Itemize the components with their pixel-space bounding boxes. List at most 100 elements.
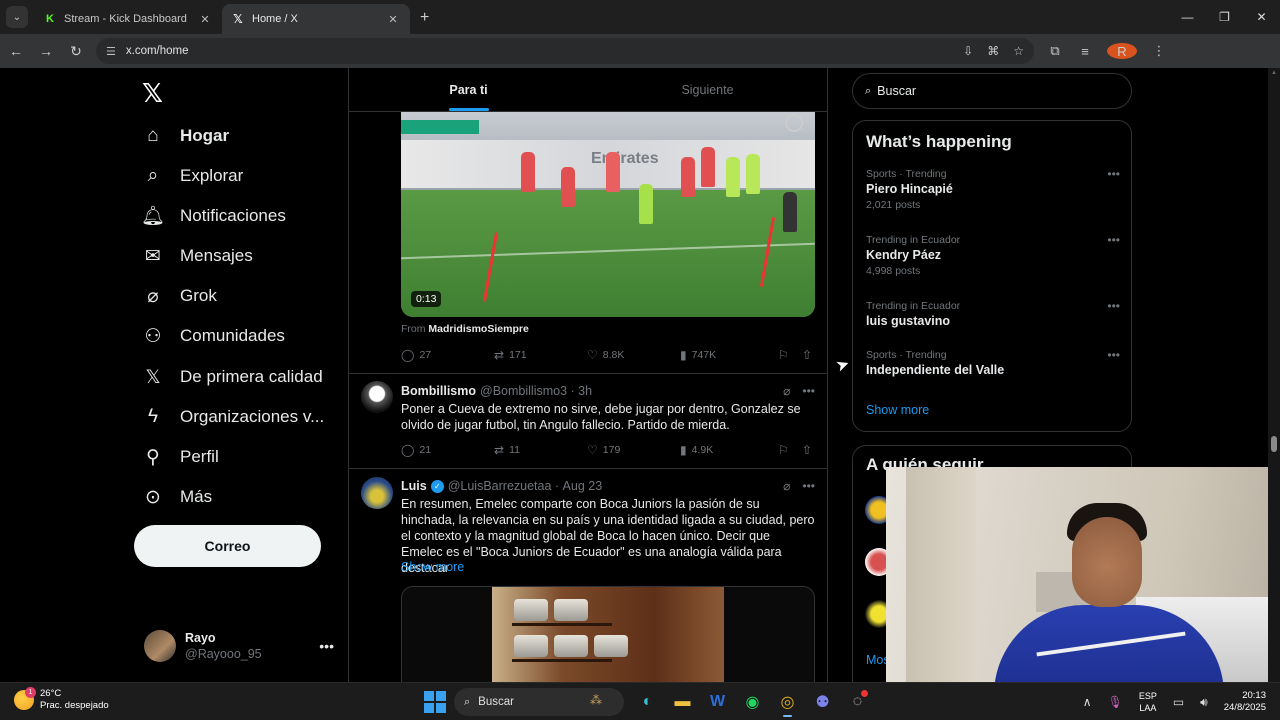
network-icon[interactable]: ▭ xyxy=(1173,695,1184,709)
nav-item-messages[interactable]: ✉ Mensajes xyxy=(142,241,253,271)
tab-search-dropdown[interactable]: ⌄ xyxy=(6,6,28,28)
extensions-icon[interactable]: ⧉ xyxy=(1040,43,1070,59)
source-account-link[interactable]: MadridismoSiempre xyxy=(428,323,528,335)
browser-menu-icon[interactable]: ⋮ xyxy=(1144,43,1174,59)
chrome-icon[interactable]: ◎ xyxy=(770,687,805,717)
author-handle[interactable]: @LuisBarrezuetaa xyxy=(448,479,552,493)
repost-button[interactable]: ⇄ 171 xyxy=(494,348,587,362)
media-control-icon[interactable]: ≡ xyxy=(1070,44,1100,59)
views-button[interactable]: ▮ 747K xyxy=(680,348,778,362)
tweet-image[interactable] xyxy=(401,586,815,682)
more-dots-icon[interactable]: ••• xyxy=(1107,233,1120,247)
more-dots-icon[interactable]: ••• xyxy=(802,479,815,493)
webcam-overlay xyxy=(886,467,1268,682)
trend-item[interactable]: Trending in Ecuador Kendry Páez 4,998 po… xyxy=(866,233,1120,278)
scroll-up-icon[interactable]: ▲ xyxy=(1271,70,1277,76)
scrollbar-thumb[interactable] xyxy=(1271,436,1277,452)
minimize-icon[interactable]: — xyxy=(1169,0,1206,34)
tweet-video[interactable]: Emirates 0:13 xyxy=(401,112,815,317)
volume-icon[interactable]: 🔊︎ xyxy=(1200,695,1208,710)
show-more-link[interactable]: Show more xyxy=(866,403,929,417)
nav-item-grok[interactable]: ⌀ Grok xyxy=(142,281,217,311)
like-button[interactable]: ♡ 179 xyxy=(587,443,680,457)
translate-icon[interactable]: ⌘ xyxy=(987,44,999,58)
close-window-icon[interactable]: ✕ xyxy=(1243,0,1280,34)
avatar[interactable] xyxy=(361,477,393,509)
author-name[interactable]: Bombillismo xyxy=(401,384,476,398)
search-input[interactable] xyxy=(877,84,1108,98)
nav-item-explore[interactable]: ⌕ Explorar xyxy=(142,161,244,191)
forward-icon[interactable]: → xyxy=(32,37,60,65)
bookmark-button[interactable]: ⚐ xyxy=(778,348,802,362)
edge-icon[interactable]: ◐ xyxy=(630,687,665,717)
reply-button[interactable]: ◯ 27 xyxy=(401,348,494,362)
author-name[interactable]: Luis xyxy=(401,479,427,493)
browser-profile-avatar[interactable]: R xyxy=(1107,43,1137,59)
nav-item-home[interactable]: ⌂ Hogar xyxy=(142,121,229,151)
search-box[interactable]: ⌕ xyxy=(852,73,1132,109)
tab-para-ti[interactable]: Para ti xyxy=(349,68,588,111)
obs-icon[interactable]: ◌ xyxy=(840,687,875,717)
new-tab-button[interactable]: + xyxy=(420,9,429,27)
avatar[interactable] xyxy=(361,381,393,413)
tweet-time[interactable]: 3h xyxy=(578,384,592,398)
trend-item[interactable]: Sports · Trending Independiente del Vall… xyxy=(866,348,1120,379)
close-tab-icon[interactable]: ✕ xyxy=(198,13,212,26)
language-indicator[interactable]: ESP LAA xyxy=(1139,690,1157,714)
teams-icon[interactable]: ⚉ xyxy=(805,687,840,717)
weather-widget[interactable]: 1 26°C Prac. despejado xyxy=(14,687,109,712)
nav-item-premium[interactable]: 𝕏 De primera calidad xyxy=(142,362,322,392)
nav-item-more[interactable]: ⊙ Más xyxy=(142,482,212,512)
account-switcher[interactable]: Rayo @Rayooo_95 ••• xyxy=(144,628,334,664)
close-tab-icon[interactable]: ✕ xyxy=(386,13,400,26)
back-icon[interactable]: ← xyxy=(2,37,30,65)
grok-icon[interactable]: ⌀ xyxy=(783,384,790,398)
site-info-icon[interactable]: ☰ xyxy=(106,45,116,58)
nav-item-notifications[interactable]: 🔔︎ Notificaciones xyxy=(141,201,286,231)
taskbar-search[interactable]: ⌕ Buscar ⁂ xyxy=(454,688,624,716)
like-button[interactable]: ♡ 8.8K xyxy=(587,348,680,362)
nav-item-verified-orgs[interactable]: ϟ Organizaciones v... xyxy=(142,402,324,432)
repost-button[interactable]: ⇄ 11 xyxy=(494,443,587,457)
windows-taskbar: 1 26°C Prac. despejado ⌕ Buscar ⁂ ◐ ▬ W … xyxy=(0,682,1280,720)
nav-item-profile[interactable]: ⚲ Perfil xyxy=(142,442,219,472)
page-scrollbar[interactable]: ▲ xyxy=(1268,68,1280,682)
reload-icon[interactable]: ↻ xyxy=(62,37,90,65)
more-dots-icon[interactable]: ••• xyxy=(802,384,815,398)
browser-tab-x-home[interactable]: 𝕏 Home / X ✕ xyxy=(222,4,410,34)
more-dots-icon[interactable]: ••• xyxy=(1107,299,1120,313)
tweet-time[interactable]: Aug 23 xyxy=(563,479,603,493)
word-icon[interactable]: W xyxy=(700,687,735,717)
bookmark-star-icon[interactable]: ☆ xyxy=(1013,44,1024,58)
trend-item[interactable]: Trending in Ecuador luis gustavino ••• xyxy=(866,299,1120,330)
person-icon: ⚲ xyxy=(146,446,160,468)
grok-icon[interactable]: ⌀ xyxy=(783,479,790,493)
system-clock[interactable]: 20:13 24/8/2025 xyxy=(1224,690,1266,714)
install-app-icon[interactable]: ⇩ xyxy=(963,44,973,58)
views-button[interactable]: ▮ 4.9K xyxy=(680,443,778,457)
nav-item-communities[interactable]: ⚇ Comunidades xyxy=(142,321,284,351)
left-navigation: 𝕏 ⌂ Hogar ⌕ Explorar 🔔︎ Notificaciones ✉… xyxy=(134,68,334,682)
post-button[interactable]: Correo xyxy=(134,525,321,567)
more-dots-icon[interactable]: ••• xyxy=(319,638,334,654)
search-icon: ⌕ xyxy=(865,84,872,97)
windows-start-icon[interactable] xyxy=(424,691,446,713)
more-dots-icon[interactable]: ••• xyxy=(1107,167,1120,181)
bookmark-button[interactable]: ⚐ xyxy=(778,443,802,457)
address-bar[interactable]: ☰ x.com/home ⇩ ⌘ ☆ xyxy=(96,38,1034,64)
reply-button[interactable]: ◯ 21 xyxy=(401,443,494,457)
tab-siguiente[interactable]: Siguiente xyxy=(588,68,827,111)
author-handle[interactable]: @Bombillismo3 xyxy=(480,384,567,398)
file-explorer-icon[interactable]: ▬ xyxy=(665,687,700,717)
more-dots-icon[interactable]: ••• xyxy=(1107,348,1120,362)
share-button[interactable]: ⇧ xyxy=(802,443,814,457)
show-more-link[interactable]: Show more xyxy=(401,560,464,574)
trend-item[interactable]: Sports · Trending Piero Hincapié 2,021 p… xyxy=(866,167,1120,212)
chevron-up-icon[interactable]: ∧ xyxy=(1083,695,1092,709)
restore-icon[interactable]: ❐ xyxy=(1206,0,1243,34)
share-button[interactable]: ⇧ xyxy=(802,348,814,362)
x-logo-icon[interactable]: 𝕏 xyxy=(142,78,163,109)
browser-tab-kick[interactable]: K Stream - Kick Dashboard ✕ xyxy=(34,4,222,34)
spotify-icon[interactable]: ◉ xyxy=(735,687,770,717)
microphone-icon[interactable]: 🎙︎ xyxy=(1108,695,1123,709)
